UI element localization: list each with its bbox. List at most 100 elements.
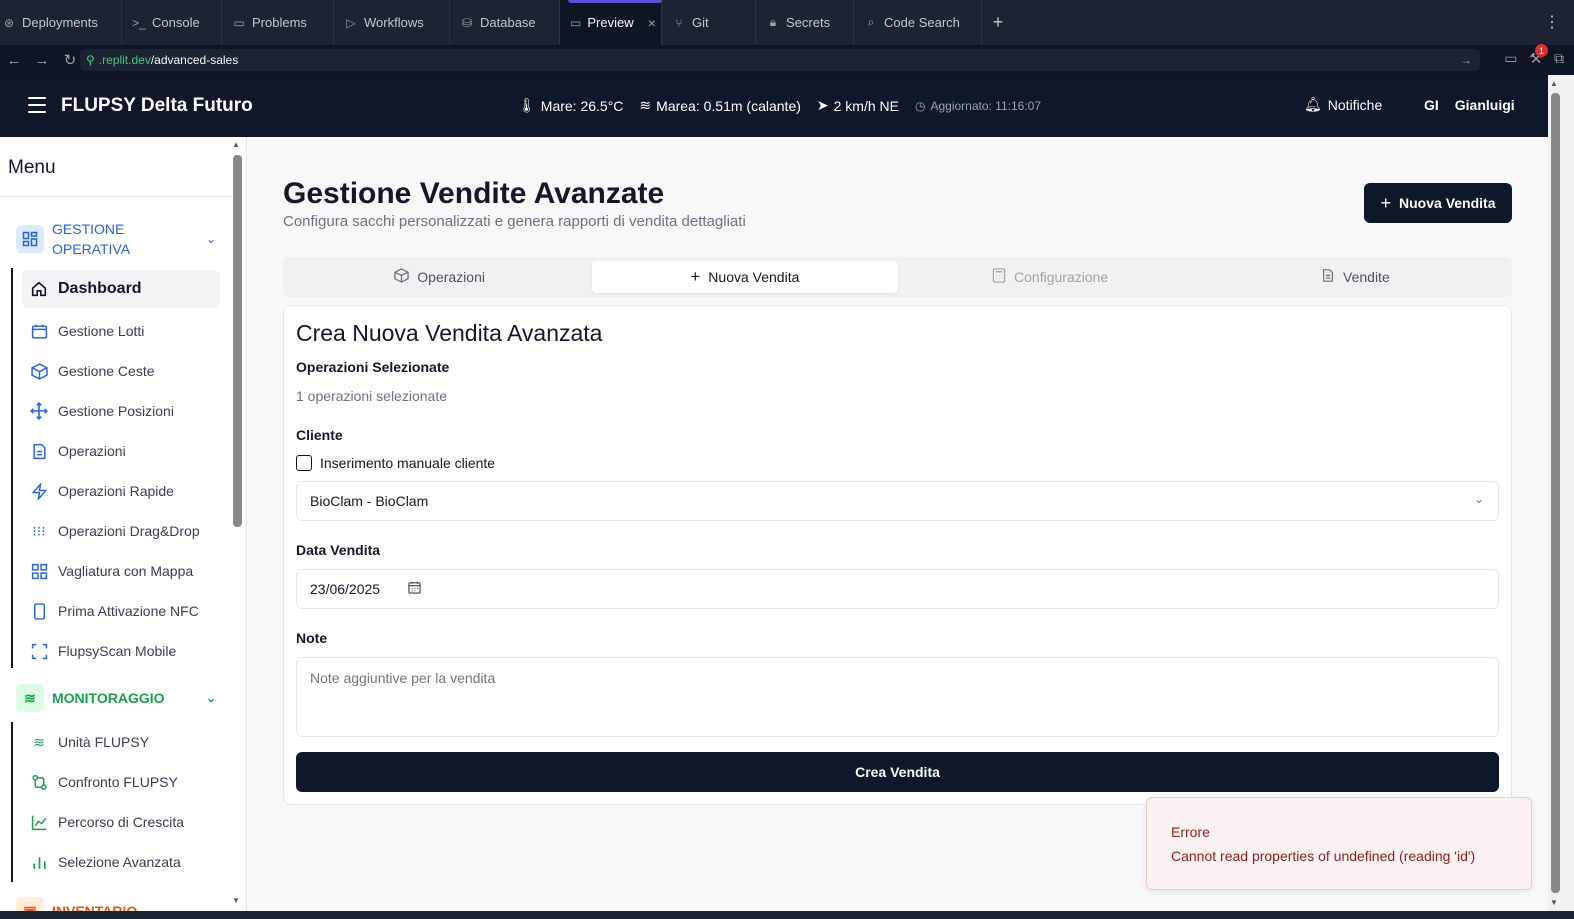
tab-database[interactable]: ⛁ Database xyxy=(450,0,560,45)
sidebar-item-unita-flupsy[interactable]: ≋ Unità FLUPSY xyxy=(22,723,220,761)
notes-textarea[interactable] xyxy=(296,657,1499,737)
page-scrollbar[interactable]: ▲ ▼ xyxy=(1548,75,1574,911)
devtools-icon[interactable]: ⚒ 1 xyxy=(1529,44,1548,67)
active-tab-indicator xyxy=(568,0,662,3)
hamburger-menu-icon[interactable] xyxy=(28,97,46,113)
app-header: FLUPSY Delta Futuro 🌡︎ Mare: 26.5°C ≋ Mare… xyxy=(0,75,1548,137)
tab-vendite[interactable]: Vendite xyxy=(1203,261,1508,293)
sales-tabs: Operazioni + Nuova Vendita Configurazion… xyxy=(283,257,1512,297)
devices-icon[interactable]: ▭ xyxy=(1504,50,1517,67)
more-vertical-icon[interactable]: ⋮ xyxy=(1544,12,1560,32)
chevron-down-icon[interactable]: ⌄ xyxy=(206,904,216,911)
section-label: MONITORAGGIO xyxy=(52,690,165,706)
play-icon: ▷ xyxy=(346,15,356,30)
avatar: GI xyxy=(1424,97,1439,113)
sidebar-scrollbar[interactable]: ▲ ▼ xyxy=(231,137,243,911)
problems-icon: ▭ xyxy=(233,15,245,30)
box-icon xyxy=(394,268,409,286)
sidebar-item-flupsyscan-mobile[interactable]: FlupsyScan Mobile xyxy=(22,632,220,670)
replit-tab-bar: ⊛ Deployments >_ Console ▭ Problems ▷ Wo… xyxy=(0,0,1574,45)
main-content: Gestione Vendite Avanzate Configura sacc… xyxy=(247,137,1548,911)
grip-icon: ⁝⁝⁝ xyxy=(32,522,46,539)
tide: ≋ Marea: 0.51m (calante) xyxy=(639,97,801,114)
git-compare-icon xyxy=(30,773,48,791)
deploy-icon: ⊛ xyxy=(3,15,15,30)
error-toast: Errore Cannot read properties of undefin… xyxy=(1146,797,1532,890)
new-sale-form-card: Crea Nuova Vendita Avanzata Operazioni S… xyxy=(283,305,1512,805)
chevron-down-icon[interactable]: ⌄ xyxy=(206,232,216,246)
calendar-icon[interactable] xyxy=(408,581,421,597)
page-title: Gestione Vendite Avanzate xyxy=(283,177,665,210)
bottom-edge xyxy=(0,911,1574,919)
section-label: INVENTARIO xyxy=(52,903,138,911)
tab-deployments[interactable]: ⊛ Deployments xyxy=(0,0,122,45)
sidebar-item-selezione-avanzata[interactable]: Selezione Avanzata xyxy=(22,843,220,881)
line-chart-icon xyxy=(30,813,48,831)
chevron-down-icon[interactable]: ⌄ xyxy=(206,691,216,705)
tab-secrets[interactable]: 🔒︎ Secrets xyxy=(756,0,854,45)
app-title: FLUPSY Delta Futuro xyxy=(61,95,253,116)
sidebar-item-percorso-crescita[interactable]: Percorso di Crescita xyxy=(22,803,220,841)
user-menu[interactable]: GI Gianluigi xyxy=(1424,97,1515,113)
sidebar-item-operazioni[interactable]: Operazioni xyxy=(22,432,220,470)
sidebar-item-confronto-flupsy[interactable]: Confronto FLUPSY xyxy=(22,763,220,801)
tab-nuova-vendita[interactable]: + Nuova Vendita xyxy=(592,261,898,293)
url-input[interactable]: ⚲ .replit.dev/advanced-sales → xyxy=(80,49,1480,71)
tab-preview[interactable]: ▭ Preview × xyxy=(560,0,662,45)
add-tab-button[interactable]: + xyxy=(982,0,1014,45)
close-icon[interactable]: × xyxy=(648,15,656,31)
package-icon: ▣ xyxy=(16,897,44,911)
open-new-window-icon[interactable]: ⧉ xyxy=(1554,50,1564,67)
new-sale-button[interactable]: + Nuova Vendita xyxy=(1364,183,1512,223)
page-subtitle: Configura sacchi personalizzati e genera… xyxy=(283,213,746,230)
tab-workflows[interactable]: ▷ Workflows xyxy=(334,0,450,45)
client-select[interactable]: BioClam - BioClam ⌄ xyxy=(296,481,1499,521)
sidebar-item-vagliatura-mappa[interactable]: Vagliatura con Mappa xyxy=(22,552,220,590)
forward-arrow-icon[interactable]: → xyxy=(28,45,56,75)
section-monitoraggio[interactable]: ≋ MONITORAGGIO ⌄ xyxy=(16,684,216,712)
tab-git[interactable]: ⑂ Git xyxy=(662,0,756,45)
weather-bar: 🌡︎ Mare: 26.5°C ≋ Marea: 0.51m (calante) ➤… xyxy=(518,97,1041,114)
go-arrow-icon[interactable]: → xyxy=(1460,53,1472,67)
database-icon: ⛁ xyxy=(461,15,473,30)
back-arrow-icon[interactable]: ← xyxy=(0,45,28,75)
file-text-icon xyxy=(1321,268,1335,286)
section-label: GESTIONE xyxy=(52,221,125,237)
tab-configurazione[interactable]: Configurazione xyxy=(898,261,1203,293)
tab-label: Code Search xyxy=(884,15,960,30)
zap-icon xyxy=(30,482,48,500)
package-icon xyxy=(30,322,48,340)
chevron-down-icon: ⌄ xyxy=(1473,492,1484,506)
date-input[interactable]: 23/06/2025 xyxy=(296,569,1499,609)
create-sale-button[interactable]: Crea Vendita xyxy=(296,752,1499,792)
waves-icon: ≋ xyxy=(33,733,45,750)
url-path: /advanced-sales xyxy=(150,53,239,67)
section-inventario[interactable]: ▣ INVENTARIO ⌄ xyxy=(16,897,216,911)
sidebar-item-gestione-ceste[interactable]: Gestione Ceste xyxy=(22,352,220,390)
tab-label: Database xyxy=(480,15,536,30)
move-icon xyxy=(30,402,48,420)
tab-label: Problems xyxy=(252,15,307,30)
waves-icon: ≋ xyxy=(16,684,44,712)
sidebar-item-dashboard[interactable]: Dashboard xyxy=(22,270,220,308)
section-gestione-operativa[interactable]: GESTIONE OPERATIVA ⌄ xyxy=(16,219,216,259)
search-icon: ⌕ xyxy=(867,15,875,29)
sidebar-item-gestione-posizioni[interactable]: Gestione Posizioni xyxy=(22,392,220,430)
tab-console[interactable]: >_ Console xyxy=(122,0,222,45)
wind: ➤ 2 km/h NE xyxy=(816,97,899,114)
url-actions: ▭ ⚒ 1 ⧉ xyxy=(1504,44,1564,67)
manual-client-checkbox[interactable] xyxy=(296,455,312,471)
notifications-button[interactable]: 🔔︎ Notifiche xyxy=(1304,96,1382,113)
scrollbar-thumb[interactable] xyxy=(1551,93,1560,893)
tab-problems[interactable]: ▭ Problems xyxy=(222,0,334,45)
notes-label: Note xyxy=(296,630,328,646)
sidebar-item-operazioni-dragdrop[interactable]: ⁝⁝⁝ Operazioni Drag&Drop xyxy=(22,512,220,550)
tab-operazioni[interactable]: Operazioni xyxy=(287,261,592,293)
manual-client-label: Inserimento manuale cliente xyxy=(320,455,496,471)
sidebar-item-operazioni-rapide[interactable]: Operazioni Rapide xyxy=(22,472,220,510)
sidebar-item-gestione-lotti[interactable]: Gestione Lotti xyxy=(22,312,220,350)
tab-code-search[interactable]: ⌕ Code Search xyxy=(854,0,982,45)
scrollbar-thumb[interactable] xyxy=(233,155,242,527)
group-indicator xyxy=(11,268,13,668)
sidebar-item-prima-attivazione-nfc[interactable]: Prima Attivazione NFC xyxy=(22,592,220,630)
